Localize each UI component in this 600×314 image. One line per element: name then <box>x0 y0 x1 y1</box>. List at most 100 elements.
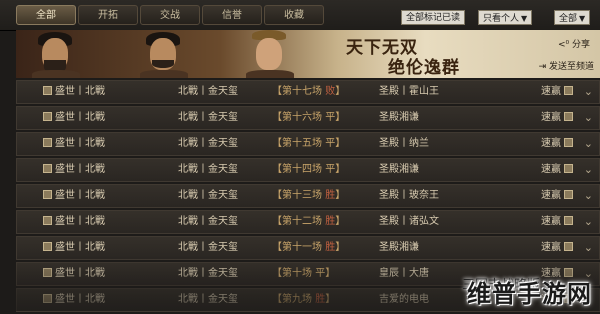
player-icon <box>564 138 573 147</box>
banner-slogan-line2: 绝伦逸群 <box>388 58 460 78</box>
action-cell: 速赢 <box>541 107 576 129</box>
table-row[interactable]: 盛世丨北戰 北戰丨金天玺 【第十七场 败】 圣殿丨霍山王 速赢 ⌄ <box>16 80 600 104</box>
share-button[interactable]: <⁰ 分享 <box>558 37 590 50</box>
player-icon <box>564 190 573 199</box>
defender-cell: 北戰丨金天玺 <box>178 294 238 305</box>
opponent-cell: 圣殿湘谦 <box>379 242 419 253</box>
round-cell: 【第十二场 胜】 <box>272 216 346 227</box>
result-badge: 胜 <box>325 216 336 227</box>
chevron-down-icon[interactable]: ⌄ <box>584 237 593 259</box>
player-icon <box>564 112 573 121</box>
opponent-cell: 圣殿丨霍山王 <box>379 86 439 97</box>
tab-battle[interactable]: 交战 <box>140 5 200 25</box>
table-row[interactable]: 盛世丨北戰 北戰丨金天玺 【第十二场 胜】 圣殿丨诸弘文 速赢 ⌄ <box>16 210 600 234</box>
action-cell: 速赢 <box>541 237 576 259</box>
player-icon <box>43 216 52 225</box>
table-row[interactable]: 盛世丨北戰 北戰丨金天玺 【第十三场 胜】 圣殿丨玻奈王 速赢 ⌄ <box>16 184 600 208</box>
attacker-cell: 盛世丨北戰 <box>43 263 105 285</box>
chevron-down-icon[interactable]: ⌄ <box>584 159 593 181</box>
chevron-down-icon[interactable]: ⌄ <box>584 185 593 207</box>
mark-all-read-button[interactable]: 全部标记已读 <box>401 10 466 25</box>
player-icon <box>43 294 52 303</box>
chevron-down-icon[interactable]: ⌄ <box>584 81 593 103</box>
table-row[interactable]: 盛世丨北戰 北戰丨金天玺 【第十四场 平】 圣殿湘谦 速赢 ⌄ <box>16 158 600 182</box>
attacker-cell: 盛世丨北戰 <box>43 159 105 181</box>
send-to-channel-button[interactable]: ⇥ 发送至频道 <box>539 59 594 72</box>
chevron-down-icon: ▼ <box>579 14 586 23</box>
view-filter-label: 只看个人 <box>483 14 520 24</box>
scope-filter-select[interactable]: 全部 ▼ <box>554 10 591 25</box>
chevron-down-icon[interactable]: ⌄ <box>584 133 593 155</box>
result-badge: 胜 <box>325 190 336 201</box>
opponent-cell: 吉爱的电电 <box>379 294 429 305</box>
attacker-cell: 盛世丨北戰 <box>43 289 105 311</box>
attacker-cell: 盛世丨北戰 <box>43 185 105 207</box>
opponent-cell: 皇辰丨大唐 <box>379 268 429 279</box>
general-portrait-3 <box>240 30 300 78</box>
action-cell: 速赢 <box>541 159 576 181</box>
round-cell: 【第十场 平】 <box>272 268 336 279</box>
share-label: 分享 <box>571 40 590 50</box>
table-row[interactable]: 盛世丨北戰 北戰丨金天玺 【第十五场 平】 圣殿丨纳兰 速赢 ⌄ <box>16 132 600 156</box>
round-cell: 【第九场 胜】 <box>272 294 336 305</box>
send-icon: ⇥ <box>538 62 549 72</box>
attacker-cell: 盛世丨北戰 <box>43 81 105 103</box>
defender-cell: 北戰丨金天玺 <box>178 138 238 149</box>
action-cell: 速赢 <box>541 185 576 207</box>
defender-cell: 北戰丨金天玺 <box>178 242 238 253</box>
tab-favorites[interactable]: 收藏 <box>264 5 324 25</box>
player-icon <box>564 242 573 251</box>
chevron-down-icon[interactable]: ⌄ <box>584 211 593 233</box>
player-icon <box>564 86 573 95</box>
watermark: 维普手游网 <box>467 280 592 308</box>
attacker-cell: 盛世丨北戰 <box>43 133 105 155</box>
round-cell: 【第十七场 败】 <box>272 86 346 97</box>
tab-expand[interactable]: 开拓 <box>78 5 138 25</box>
general-portrait-1 <box>26 30 86 78</box>
defender-cell: 北戰丨金天玺 <box>178 112 238 123</box>
battle-banner: 天下无双 绝伦逸群 <⁰ 分享 ⇥ 发送至频道 <box>16 30 600 78</box>
defender-cell: 北戰丨金天玺 <box>178 216 238 227</box>
opponent-cell: 圣殿湘谦 <box>379 164 419 175</box>
scope-filter-label: 全部 <box>559 14 578 24</box>
opponent-cell: 圣殿丨纳兰 <box>379 138 429 149</box>
player-icon <box>43 242 52 251</box>
attacker-cell: 盛世丨北戰 <box>43 211 105 233</box>
chevron-down-icon: ▼ <box>521 14 528 23</box>
result-badge: 平 <box>325 138 336 149</box>
opponent-cell: 圣殿丨诸弘文 <box>379 216 439 227</box>
round-cell: 【第十一场 胜】 <box>272 242 346 253</box>
player-icon <box>43 190 52 199</box>
round-cell: 【第十六场 平】 <box>272 112 346 123</box>
player-icon <box>564 216 573 225</box>
result-badge: 胜 <box>315 294 326 305</box>
round-cell: 【第十三场 胜】 <box>272 190 346 201</box>
chevron-down-icon[interactable]: ⌄ <box>584 107 593 129</box>
table-row[interactable]: 盛世丨北戰 北戰丨金天玺 【第十六场 平】 圣殿湘谦 速赢 ⌄ <box>16 106 600 130</box>
view-filter-select[interactable]: 只看个人 ▼ <box>478 10 533 25</box>
tab-reputation[interactable]: 信誉 <box>202 5 262 25</box>
opponent-cell: 圣殿丨玻奈王 <box>379 190 439 201</box>
attacker-cell: 盛世丨北戰 <box>43 237 105 259</box>
result-badge: 胜 <box>325 242 336 253</box>
player-icon <box>43 86 52 95</box>
table-row[interactable]: 盛世丨北戰 北戰丨金天玺 【第十一场 胜】 圣殿湘谦 速赢 ⌄ <box>16 236 600 260</box>
share-icon: <⁰ <box>557 40 572 50</box>
player-icon <box>43 112 52 121</box>
player-icon <box>564 164 573 173</box>
defender-cell: 北戰丨金天玺 <box>178 190 238 201</box>
defender-cell: 北戰丨金天玺 <box>178 268 238 279</box>
opponent-cell: 圣殿湘谦 <box>379 112 419 123</box>
attacker-cell: 盛世丨北戰 <box>43 107 105 129</box>
send-label: 发送至频道 <box>548 62 594 72</box>
action-cell: 速赢 <box>541 133 576 155</box>
tab-bar: 全部 开拓 交战 信誉 收藏 全部标记已读 只看个人 ▼ 全部 ▼ <box>0 0 600 31</box>
round-cell: 【第十四场 平】 <box>272 164 346 175</box>
defender-cell: 北戰丨金天玺 <box>178 164 238 175</box>
action-cell: 速赢 <box>541 81 576 103</box>
player-icon <box>43 268 52 277</box>
round-cell: 【第十五场 平】 <box>272 138 346 149</box>
player-icon <box>43 138 52 147</box>
defender-cell: 北戰丨金天玺 <box>178 86 238 97</box>
tab-all[interactable]: 全部 <box>16 5 76 25</box>
